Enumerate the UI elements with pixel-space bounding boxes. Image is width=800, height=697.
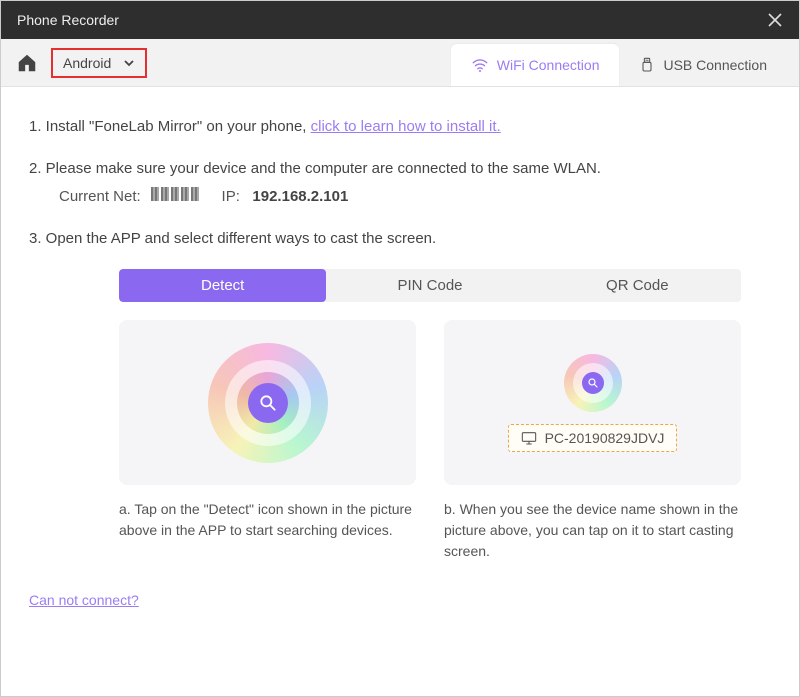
step-1-text: 1. Install "FoneLab Mirror" on your phon… xyxy=(29,118,311,135)
home-icon[interactable] xyxy=(13,49,41,77)
detect-ring-icon xyxy=(208,343,328,463)
card-device-visual: PC-20190829JDVJ xyxy=(444,320,741,485)
tab-usb-label: USB Connection xyxy=(663,57,767,73)
ssid-value-blurred xyxy=(151,185,199,209)
ip-label: IP: xyxy=(222,188,240,205)
device-name-tag: PC-20190829JDVJ xyxy=(508,424,678,452)
step-3: 3. Open the APP and select different way… xyxy=(29,227,771,251)
close-icon[interactable] xyxy=(767,12,783,28)
connection-tabs: WiFi Connection USB Connection xyxy=(451,39,787,86)
install-help-link[interactable]: click to learn how to install it. xyxy=(311,118,501,135)
card-detect: a. Tap on the "Detect" icon shown in the… xyxy=(119,320,416,562)
titlebar: Phone Recorder xyxy=(1,1,799,39)
step-2: 2. Please make sure your device and the … xyxy=(29,157,771,209)
card-detect-caption: a. Tap on the "Detect" icon shown in the… xyxy=(119,499,416,541)
detect-ring-small-icon xyxy=(564,354,622,412)
search-icon-small xyxy=(582,372,604,394)
device-name-text: PC-20190829JDVJ xyxy=(545,430,665,446)
network-info: Current Net: IP: 192.168.2.101 xyxy=(29,185,771,209)
cast-tab-qr[interactable]: QR Code xyxy=(534,269,741,302)
step-1: 1. Install "FoneLab Mirror" on your phon… xyxy=(29,115,771,139)
card-device: PC-20190829JDVJ b. When you see the devi… xyxy=(444,320,741,562)
usb-icon xyxy=(639,56,655,74)
search-icon xyxy=(248,383,288,423)
card-detect-visual xyxy=(119,320,416,485)
ip-value: 192.168.2.101 xyxy=(252,188,348,205)
cast-method-tabs: Detect PIN Code QR Code xyxy=(119,269,741,302)
cast-tab-pin[interactable]: PIN Code xyxy=(326,269,533,302)
app-title: Phone Recorder xyxy=(17,12,119,28)
step-3-text: 3. Open the APP and select different way… xyxy=(29,227,771,251)
card-device-caption: b. When you see the device name shown in… xyxy=(444,499,741,562)
step-2-text: 2. Please make sure your device and the … xyxy=(29,157,771,181)
device-dropdown[interactable]: Android xyxy=(51,48,147,78)
tab-wifi-connection[interactable]: WiFi Connection xyxy=(451,44,620,86)
cast-tab-detect[interactable]: Detect xyxy=(119,269,326,302)
instruction-cards: a. Tap on the "Detect" icon shown in the… xyxy=(119,320,741,562)
toolbar: Android WiFi Connection USB Connection xyxy=(1,39,799,87)
monitor-icon xyxy=(521,431,537,445)
content-area: 1. Install "FoneLab Mirror" on your phon… xyxy=(1,87,799,696)
tab-wifi-label: WiFi Connection xyxy=(497,57,600,73)
cannot-connect-link[interactable]: Can not connect? xyxy=(29,592,139,608)
chevron-down-icon xyxy=(123,57,135,69)
current-net-label: Current Net: xyxy=(59,188,141,205)
wifi-icon xyxy=(471,56,489,74)
app-window: Phone Recorder Android WiFi Connection xyxy=(0,0,800,697)
device-dropdown-label: Android xyxy=(63,55,111,71)
tab-usb-connection[interactable]: USB Connection xyxy=(619,44,787,86)
